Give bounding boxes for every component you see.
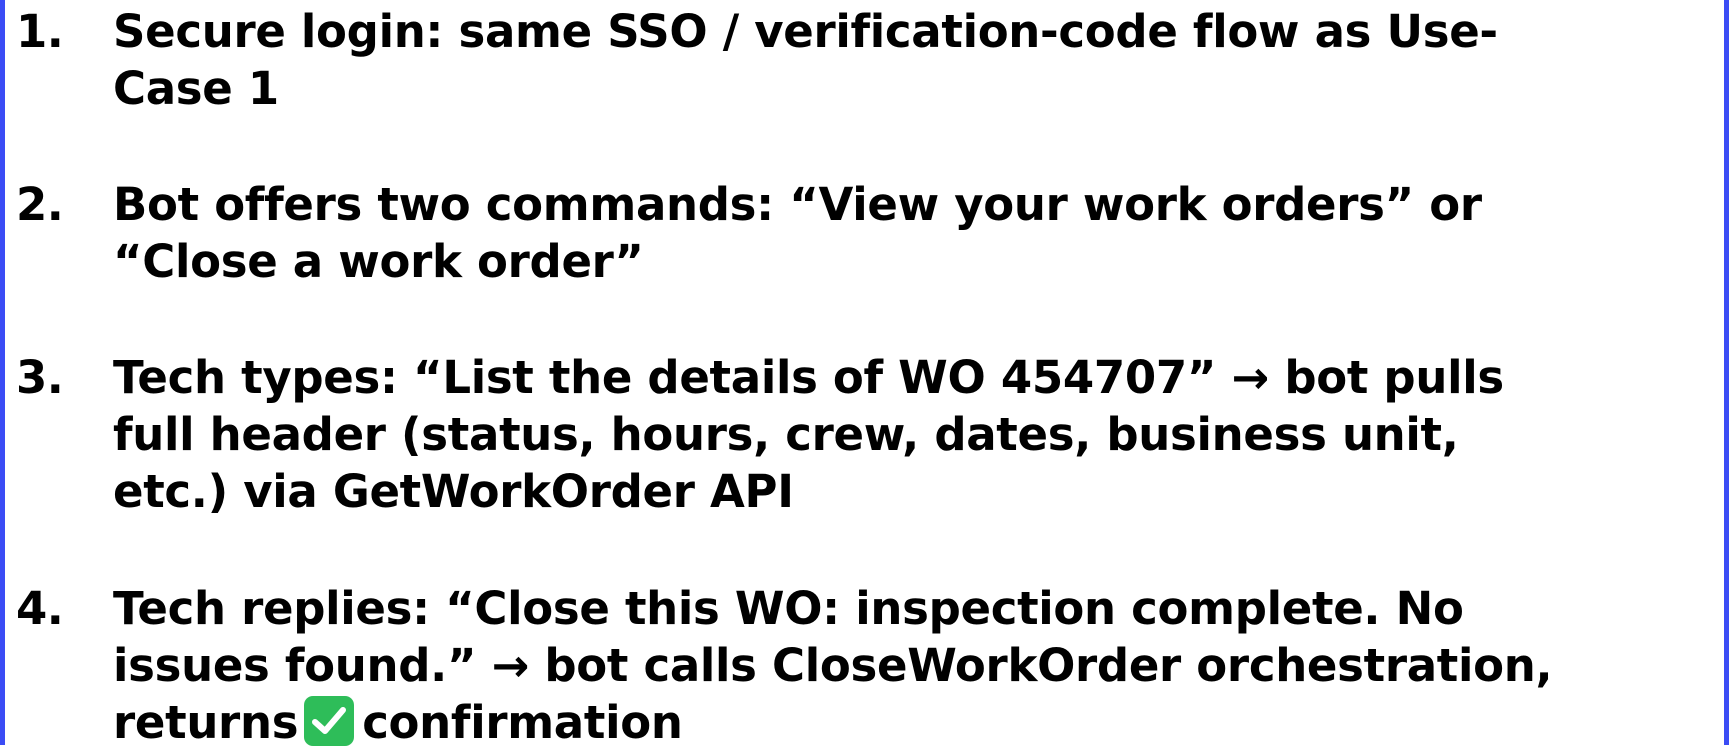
step-line: Tech replies: “Close this WO: inspection… — [113, 582, 1464, 635]
step-text: Secure login: same SSO / verification-co… — [113, 3, 1723, 117]
step-line: etc.) via GetWorkOrder API — [113, 465, 794, 518]
step-line: Tech types: “List the details of WO 4547… — [113, 351, 1504, 404]
step-line-before-icon: returns — [113, 696, 299, 749]
step-number: 1. — [16, 5, 64, 58]
step-number: 2. — [16, 178, 64, 231]
step-line: Secure login: same SSO / verification-co… — [113, 5, 1498, 58]
step-number: 4. — [16, 582, 64, 635]
step-line: issues found.” → bot calls CloseWorkOrde… — [113, 639, 1553, 692]
frame-edge-right — [1724, 0, 1729, 745]
step-line: Case 1 — [113, 62, 279, 115]
step-number: 3. — [16, 351, 64, 404]
step-text: Tech types: “List the details of WO 4547… — [113, 349, 1723, 520]
step-line: Bot offers two commands: “View your work… — [113, 178, 1482, 231]
check-mark-icon — [304, 696, 355, 746]
step-text: Bot offers two commands: “View your work… — [113, 176, 1723, 290]
frame-edge-left — [0, 0, 5, 745]
step-text: Tech replies: “Close this WO: inspection… — [113, 580, 1723, 751]
step-line-with-icon: returns confirmation — [113, 694, 1723, 751]
step-line: “Close a work order” — [113, 235, 644, 288]
step-line: full header (status, hours, crew, dates,… — [113, 408, 1459, 461]
step-line-after-icon: confirmation — [362, 696, 683, 749]
